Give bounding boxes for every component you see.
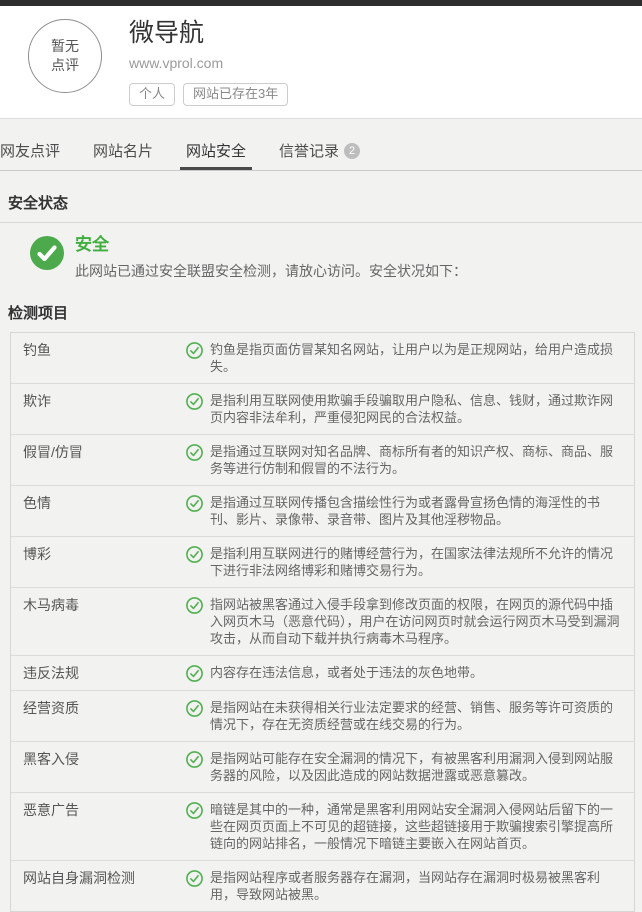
row-label: 木马病毒 [23, 597, 79, 614]
security-status-description: 此网站已通过安全联盟安全检测，请放心访问。安全状况如下： [75, 263, 467, 280]
row-description: 暗链是其中的一种，通常是黑客利用网站安全漏洞入侵网站后留下的一些在网页页面上不可… [210, 802, 614, 852]
tab-2[interactable]: 网站安全 [180, 140, 253, 171]
table-row-5: 木马病毒 指网站被黑客通过入侵手段拿到修改页面的权限，在网页的源代码中插入网页木… [11, 587, 634, 655]
security-status-block: 安全 此网站已通过安全联盟安全检测，请放心访问。安全状况如下： [30, 236, 642, 281]
row-description: 是指通过互联网传播包含描绘性行为或者露骨宣扬色情的海淫性的书刊、影片、录像带、录… [210, 495, 601, 528]
pass-check-icon [186, 870, 203, 887]
table-row-2: 假冒/仿冒 是指通过互联网对知名品牌、商标所有者的知识产权、商标、商品、服务等进… [11, 434, 634, 485]
row-description: 内容存在违法信息，或者处于违法的灰色地带。 [210, 665, 484, 681]
security-status-heading: 安全状态 [8, 195, 69, 213]
site-url[interactable]: www.vprol.com [129, 55, 296, 71]
table-row-0: 钓鱼 钓鱼是指页面仿冒某知名网站，让用户以为是正规网站，给用户造成损失。 [11, 333, 634, 383]
site-info: 微导航 www.vprol.com 个人 网站已存在3年 [129, 19, 296, 107]
pass-check-icon [186, 342, 203, 359]
rating-badge-circle: 暂无 点评 [28, 19, 102, 93]
tab-3[interactable]: 信誉记录 2 [273, 140, 366, 170]
row-label: 色情 [23, 495, 51, 512]
row-description: 是指网站程序或者服务器存在漏洞，当网站存在漏洞时极易被黑客利用，导致网站被黑。 [210, 870, 601, 903]
pass-check-icon [186, 665, 203, 682]
site-header: 暂无 点评 微导航 www.vprol.com 个人 网站已存在3年 [0, 6, 642, 120]
row-description: 是指利用互联网进行的赌博经营行为，在国家法律法规所不允许的情况下进行非法网络博彩… [210, 546, 614, 579]
tab-bar: 网友点评 网站名片 网站安全 信誉记录 2 [0, 138, 642, 172]
row-description: 是指网站在未获得相关行业法定要求的经营、销售、服务等许可资质的情况下，存在无资质… [210, 700, 614, 733]
row-label: 恶意广告 [23, 802, 79, 819]
table-row-4: 博彩 是指利用互联网进行的赌博经营行为，在国家法律法规所不允许的情况下进行非法网… [11, 536, 634, 587]
row-description: 是指通过互联网对知名品牌、商标所有者的知识产权、商标、商品、服务等进行仿制和假冒… [210, 444, 614, 477]
site-tags: 个人 网站已存在3年 [129, 82, 296, 107]
table-row-10: 网站自身漏洞检测 是指网站程序或者服务器存在漏洞，当网站存在漏洞时极易被黑客利用… [11, 860, 634, 911]
table-row-3: 色情 是指通过互联网传播包含描绘性行为或者露骨宣扬色情的海淫性的书刊、影片、录像… [11, 485, 634, 536]
row-description: 指网站被黑客通过入侵手段拿到修改页面的权限，在网页的源代码中插入网页木马（恶意代… [210, 597, 620, 647]
detection-items-heading: 检测项目 [8, 305, 69, 323]
pass-check-icon [186, 546, 203, 563]
rating-badge-line2: 点评 [51, 57, 79, 73]
pass-check-icon [186, 802, 203, 819]
tab-0[interactable]: 网友点评 [0, 140, 66, 170]
pass-check-icon [186, 597, 203, 614]
row-label: 假冒/仿冒 [23, 444, 83, 461]
row-label: 博彩 [23, 546, 51, 563]
tab-label: 信誉记录 [279, 143, 340, 161]
row-description: 是指网站可能存在安全漏洞的情况下，有被黑客利用漏洞入侵到网站服务器的风险，以及因… [210, 751, 614, 784]
row-description: 是指利用互联网使用欺骗手段骗取用户隐私、信息、钱财，通过欺诈网页内容非法牟利，严… [210, 393, 614, 426]
row-description: 钓鱼是指页面仿冒某知名网站，让用户以为是正规网站，给用户造成损失。 [210, 342, 614, 375]
security-status-texts: 安全 此网站已通过安全联盟安全检测，请放心访问。安全状况如下： [75, 236, 467, 281]
row-label: 钓鱼 [23, 342, 51, 359]
site-title: 微导航 [129, 19, 205, 47]
pass-check-icon [186, 393, 203, 410]
table-row-1: 欺诈 是指利用互联网使用欺骗手段骗取用户隐私、信息、钱财，通过欺诈网页内容非法牟… [11, 383, 634, 434]
tab-label: 网站名片 [93, 143, 154, 161]
tab-label: 网友点评 [0, 143, 61, 161]
rating-badge-line1: 暂无 [51, 38, 79, 55]
tag-site-age: 网站已存在3年 [183, 82, 289, 107]
tab-badge: 2 [344, 142, 361, 159]
detection-table: 钓鱼 钓鱼是指页面仿冒某知名网站，让用户以为是正规网站，给用户造成损失。 欺诈 … [10, 332, 635, 912]
row-label: 网站自身漏洞检测 [23, 870, 135, 887]
safe-check-icon [30, 236, 64, 271]
tab-label: 网站安全 [186, 143, 247, 161]
row-label: 经营资质 [23, 700, 79, 717]
row-label: 黑客入侵 [23, 751, 79, 768]
pass-check-icon [186, 444, 203, 461]
security-status-label: 安全 [75, 235, 109, 255]
table-row-6: 违反法规 内容存在违法信息，或者处于违法的灰色地带。 [11, 655, 634, 690]
row-label: 欺诈 [23, 393, 51, 410]
tag-site-type: 个人 [129, 82, 176, 107]
tab-1[interactable]: 网站名片 [87, 140, 159, 170]
pass-check-icon [186, 700, 203, 717]
table-row-8: 黑客入侵 是指网站可能存在安全漏洞的情况下，有被黑客利用漏洞入侵到网站服务器的风… [11, 741, 634, 792]
section-divider [0, 222, 642, 224]
table-row-7: 经营资质 是指网站在未获得相关行业法定要求的经营、销售、服务等许可资质的情况下，… [11, 690, 634, 741]
row-label: 违反法规 [23, 665, 79, 682]
pass-check-icon [186, 495, 203, 512]
pass-check-icon [186, 751, 203, 768]
